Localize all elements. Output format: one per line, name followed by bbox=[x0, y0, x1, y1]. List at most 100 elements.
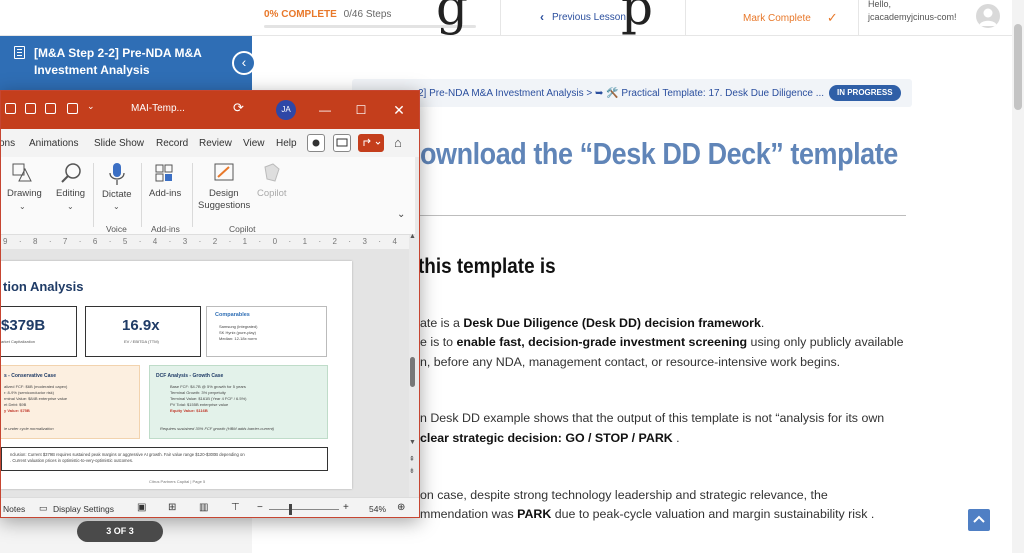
divider bbox=[93, 163, 94, 227]
tab-animations[interactable]: Animations bbox=[29, 138, 78, 149]
lightbulb-icon[interactable]: ⟳ bbox=[233, 100, 244, 116]
collapse-sidebar-button[interactable]: ‹ bbox=[232, 51, 256, 75]
text: ate is a bbox=[420, 316, 464, 330]
zoom-slider-thumb[interactable] bbox=[289, 504, 292, 515]
present-icon[interactable] bbox=[67, 103, 78, 114]
zoom-in-icon[interactable]: + bbox=[343, 502, 349, 513]
document-icon bbox=[14, 46, 25, 59]
record-icon[interactable] bbox=[307, 134, 325, 152]
notes-button[interactable]: Notes bbox=[3, 504, 25, 514]
progress-steps: 0/46 Steps bbox=[343, 9, 392, 20]
text: . bbox=[760, 316, 765, 330]
section-heading: this template is bbox=[418, 255, 556, 278]
zoom-level[interactable]: 54% bbox=[369, 504, 386, 514]
tab-help[interactable]: Help bbox=[276, 138, 297, 149]
window-titlebar[interactable]: ⌄ MAI-Temp... ⟳ JA — ☐ ✕ bbox=[1, 91, 419, 129]
tab-transitions[interactable]: ons bbox=[1, 138, 15, 149]
scroll-up-icon[interactable]: ▲ bbox=[409, 233, 416, 240]
search-icon bbox=[61, 163, 81, 183]
paragraph-line: on case, despite strong technology leade… bbox=[420, 488, 828, 502]
copilot-button[interactable]: Copilot bbox=[257, 188, 287, 199]
add-ins-button[interactable]: Add-ins bbox=[149, 188, 181, 199]
chevron-down-icon[interactable]: ⌄ bbox=[113, 202, 120, 211]
record-dot-icon bbox=[312, 139, 320, 147]
ribbon-group-label: Copilot bbox=[229, 224, 256, 234]
divider bbox=[141, 163, 142, 227]
maximize-icon[interactable]: ☐ bbox=[351, 100, 371, 120]
copilot-chat-icon[interactable]: ⌂ bbox=[394, 135, 402, 150]
ribbon-group-label: Voice bbox=[106, 224, 127, 234]
chevron-down-icon[interactable]: ⌄ bbox=[67, 202, 74, 211]
kpi-card: 16.9x EV / EBITDA (TTM) bbox=[85, 306, 201, 357]
scroll-to-top-button[interactable] bbox=[968, 509, 990, 531]
ribbon-toolbar: Drawing ⌄ Editing ⌄ Dictate ⌄ Voice Add-… bbox=[1, 157, 415, 235]
save-icon[interactable] bbox=[5, 103, 16, 114]
previous-slide-icon[interactable]: ⇞ bbox=[409, 455, 415, 463]
growth-case-box: DCF Analysis - Growth Case Base FCF: $4.… bbox=[149, 365, 328, 439]
slide-scrollbar-thumb[interactable] bbox=[410, 357, 415, 387]
slide-canvas[interactable]: tion Analysis $379B arket Capitalization… bbox=[1, 261, 352, 489]
slide-sorter-icon[interactable]: ⊞ bbox=[168, 502, 176, 513]
tab-record[interactable]: Record bbox=[156, 138, 188, 149]
tab-view[interactable]: View bbox=[243, 138, 265, 149]
conclusion-box: nclusion: Current $379B requires sustain… bbox=[1, 447, 328, 471]
undo-icon[interactable] bbox=[25, 103, 36, 114]
microphone-icon bbox=[109, 163, 125, 185]
partial-heading-cut-off: g p bbox=[436, 0, 655, 36]
text: . bbox=[672, 431, 680, 445]
scroll-down-icon[interactable]: ▼ bbox=[409, 439, 416, 446]
minimize-icon[interactable]: — bbox=[315, 100, 335, 120]
divider bbox=[412, 215, 906, 216]
text: e is to bbox=[420, 335, 457, 349]
mark-complete-label: Mark Complete bbox=[743, 12, 811, 24]
display-settings-icon[interactable]: ▭ bbox=[39, 503, 48, 514]
display-settings-button[interactable]: Display Settings bbox=[53, 504, 114, 514]
fit-to-window-icon[interactable]: ⊕ bbox=[397, 502, 405, 513]
mark-complete-button[interactable]: Mark Complete ✓ bbox=[743, 10, 838, 26]
breadcrumb[interactable]: 2] Pre-NDA M&A Investment Analysis > ➥ 🛠… bbox=[418, 88, 824, 99]
slide-show-icon[interactable]: ⊤ bbox=[231, 502, 240, 513]
bold-text: : GO / STOP / PARK bbox=[557, 431, 673, 445]
redo-icon[interactable] bbox=[45, 103, 56, 114]
ribbon-tabs: ons Animations Slide Show Record Review … bbox=[1, 129, 419, 157]
normal-view-icon[interactable]: ▣ bbox=[137, 502, 146, 513]
tab-review[interactable]: Review bbox=[199, 138, 232, 149]
chevron-down-icon[interactable]: ⌄ bbox=[19, 202, 26, 211]
conservative-case-title: s - Conservative Case bbox=[4, 373, 56, 379]
tab-slide-show[interactable]: Slide Show bbox=[94, 138, 144, 149]
slide-title: tion Analysis bbox=[3, 279, 84, 294]
user-greeting: Hello, jcacademyjcinus-com! bbox=[868, 0, 958, 24]
case-line: y Value: $75B bbox=[4, 408, 30, 413]
text: due to peak-cycle valuation and margin s… bbox=[551, 507, 875, 521]
zoom-slider[interactable] bbox=[269, 509, 339, 510]
drawing-button[interactable]: Drawing bbox=[7, 188, 42, 199]
course-title[interactable]: [M&A Step 2-2] Pre-NDA M&A Investment An… bbox=[34, 45, 220, 79]
comparables-item: Median: 12-18x norm bbox=[219, 336, 257, 341]
conservative-case-box: s - Conservative Case alized FCF: $6B (m… bbox=[1, 365, 140, 439]
next-slide-icon[interactable]: ⇟ bbox=[409, 467, 415, 475]
comparables-box: Comparables Samsung (integrated) SK Hyni… bbox=[206, 306, 327, 357]
avatar[interactable]: JA bbox=[276, 100, 296, 120]
page-scrollbar-thumb[interactable] bbox=[1014, 24, 1022, 110]
zoom-out-icon[interactable]: − bbox=[257, 502, 263, 513]
bold-text: clear strategic decision bbox=[420, 431, 558, 445]
copilot-icon bbox=[264, 163, 280, 182]
editing-button[interactable]: Editing bbox=[56, 188, 85, 199]
share-button[interactable] bbox=[358, 134, 384, 152]
design-suggestions-button[interactable]: Design bbox=[209, 188, 239, 199]
case-line: Equity Value: $116B bbox=[170, 408, 208, 413]
comments-icon[interactable] bbox=[333, 134, 351, 152]
avatar[interactable] bbox=[976, 4, 1000, 28]
paragraph-line: n, before any NDA, management contact, o… bbox=[420, 355, 841, 369]
dictate-button[interactable]: Dictate bbox=[102, 189, 132, 200]
chevron-down-icon[interactable]: ⌄ bbox=[397, 209, 405, 220]
document-filename[interactable]: MAI-Temp... bbox=[131, 103, 185, 114]
close-icon[interactable]: ✕ bbox=[389, 100, 409, 120]
chevron-down-icon[interactable]: ⌄ bbox=[87, 101, 95, 112]
reading-view-icon[interactable]: ▥ bbox=[199, 502, 208, 513]
status-badge: IN PROGRESS bbox=[829, 85, 901, 101]
page-indicator: 3 OF 3 bbox=[77, 521, 163, 542]
drawing-shapes-icon bbox=[12, 163, 32, 182]
kpi-card: $379B arket Capitalization bbox=[1, 306, 77, 357]
user-email: jcacademyjcinus-com! bbox=[868, 12, 957, 22]
